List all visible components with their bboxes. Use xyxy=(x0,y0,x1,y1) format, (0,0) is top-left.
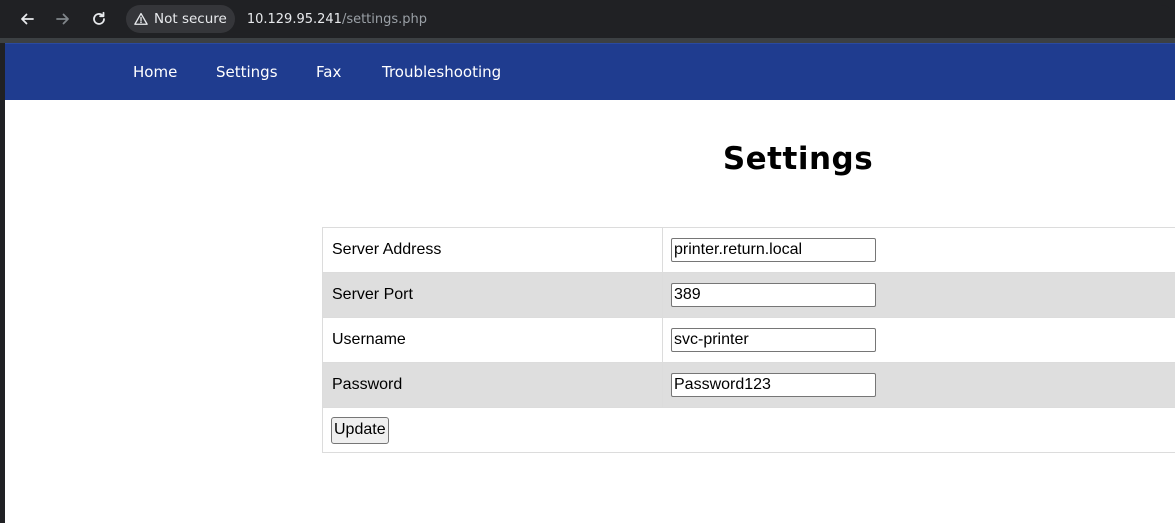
security-indicator[interactable]: Not secure xyxy=(126,5,235,33)
form-row-username: Username xyxy=(322,317,1175,363)
address-bar[interactable]: Not secure 10.129.95.241/settings.php xyxy=(126,5,1175,33)
update-button[interactable]: Update xyxy=(331,416,389,444)
password-input[interactable] xyxy=(671,373,876,397)
server-port-label: Server Port xyxy=(322,272,663,318)
nav-fax-link[interactable]: Fax xyxy=(316,63,341,81)
server-address-input[interactable] xyxy=(671,238,876,262)
form-row-server-address: Server Address xyxy=(322,227,1175,273)
password-label: Password xyxy=(322,362,663,408)
nav-settings-link[interactable]: Settings xyxy=(216,63,278,81)
reload-icon xyxy=(93,11,105,25)
page-title: Settings xyxy=(722,141,874,177)
url-host: 10.129.95.241 xyxy=(246,11,342,27)
url-text[interactable]: 10.129.95.241/settings.php xyxy=(247,12,427,27)
browser-toolbar: Not secure 10.129.95.241/settings.php xyxy=(0,0,1175,38)
back-arrow-icon xyxy=(21,13,34,25)
server-address-label: Server Address xyxy=(322,227,663,273)
nav-troubleshooting-link[interactable]: Troubleshooting xyxy=(382,63,501,81)
server-port-input[interactable] xyxy=(671,283,876,307)
forward-arrow-icon xyxy=(56,13,69,25)
form-row-submit: Update xyxy=(322,407,1175,453)
reload-button[interactable] xyxy=(87,7,111,31)
back-button[interactable] xyxy=(15,7,39,31)
form-row-password: Password xyxy=(322,362,1175,408)
forward-button[interactable] xyxy=(51,7,75,31)
settings-form-table: Server Address Server Port Username Pass… xyxy=(322,227,1175,453)
username-label: Username xyxy=(322,317,663,363)
site-navbar: Home Settings Fax Troubleshooting xyxy=(5,43,1175,100)
page-viewport: Home Settings Fax Troubleshooting Settin… xyxy=(5,43,1175,523)
url-path: /settings.php xyxy=(341,11,428,27)
form-row-server-port: Server Port xyxy=(322,272,1175,318)
warning-triangle-icon xyxy=(134,12,148,25)
username-input[interactable] xyxy=(671,328,876,352)
nav-home-link[interactable]: Home xyxy=(133,63,177,81)
security-label: Not secure xyxy=(154,11,227,27)
